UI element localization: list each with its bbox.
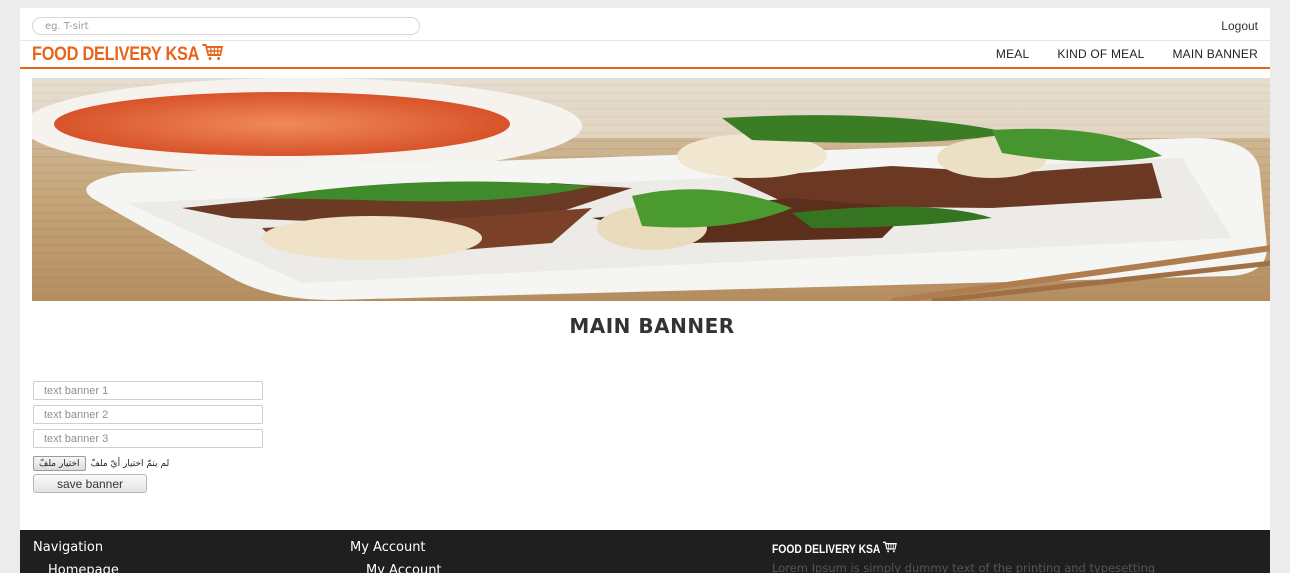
main-navbar: FOOD DELIVERY KSA MEAL KIND OF MEAL MAIN… xyxy=(20,40,1270,69)
footer-navigation-title: Navigation xyxy=(33,540,104,555)
footer-cart-icon xyxy=(882,541,897,556)
footer-brand-name: FOOD DELIVERY KSA xyxy=(772,541,881,556)
file-picker: اختيار ملفّ لم يتمّ اختيار أيّ ملفّ xyxy=(33,456,169,471)
food-banner-image xyxy=(32,78,1270,301)
brand-logo[interactable]: FOOD DELIVERY KSA xyxy=(32,43,224,67)
cart-icon xyxy=(202,43,224,67)
text-banner-2-input[interactable] xyxy=(33,405,263,424)
footer-description: Lorem Ipsum is simply dummy text of the … xyxy=(772,561,1156,573)
text-banner-1-input[interactable] xyxy=(33,381,263,400)
nav-main-banner[interactable]: MAIN BANNER xyxy=(1172,47,1258,61)
logout-link[interactable]: Logout xyxy=(1221,19,1258,33)
footer-homepage-link[interactable]: Homepage xyxy=(48,563,119,573)
nav-kind-of-meal[interactable]: KIND OF MEAL xyxy=(1057,47,1144,61)
search-input[interactable] xyxy=(32,17,420,35)
footer-my-account-link[interactable]: My Account xyxy=(366,563,442,573)
choose-file-button[interactable]: اختيار ملفّ xyxy=(33,456,86,471)
brand-name: FOOD DELIVERY KSA xyxy=(32,44,200,65)
nav-menu: MEAL KIND OF MEAL MAIN BANNER xyxy=(968,47,1258,61)
page: Logout FOOD DELIVERY KSA MEAL KIND OF ME… xyxy=(20,8,1270,573)
text-banner-3-input[interactable] xyxy=(33,429,263,448)
nav-meal[interactable]: MEAL xyxy=(996,47,1029,61)
page-title: MAIN BANNER xyxy=(569,314,735,338)
footer: Navigation Homepage My Account My Accoun… xyxy=(20,530,1270,573)
footer-brand-logo: FOOD DELIVERY KSA xyxy=(772,541,898,556)
top-bar: Logout xyxy=(20,8,1270,40)
footer-my-account-title: My Account xyxy=(350,540,426,555)
save-banner-button[interactable]: save banner xyxy=(33,474,147,493)
file-status-text: لم يتمّ اختيار أيّ ملفّ xyxy=(90,458,170,469)
